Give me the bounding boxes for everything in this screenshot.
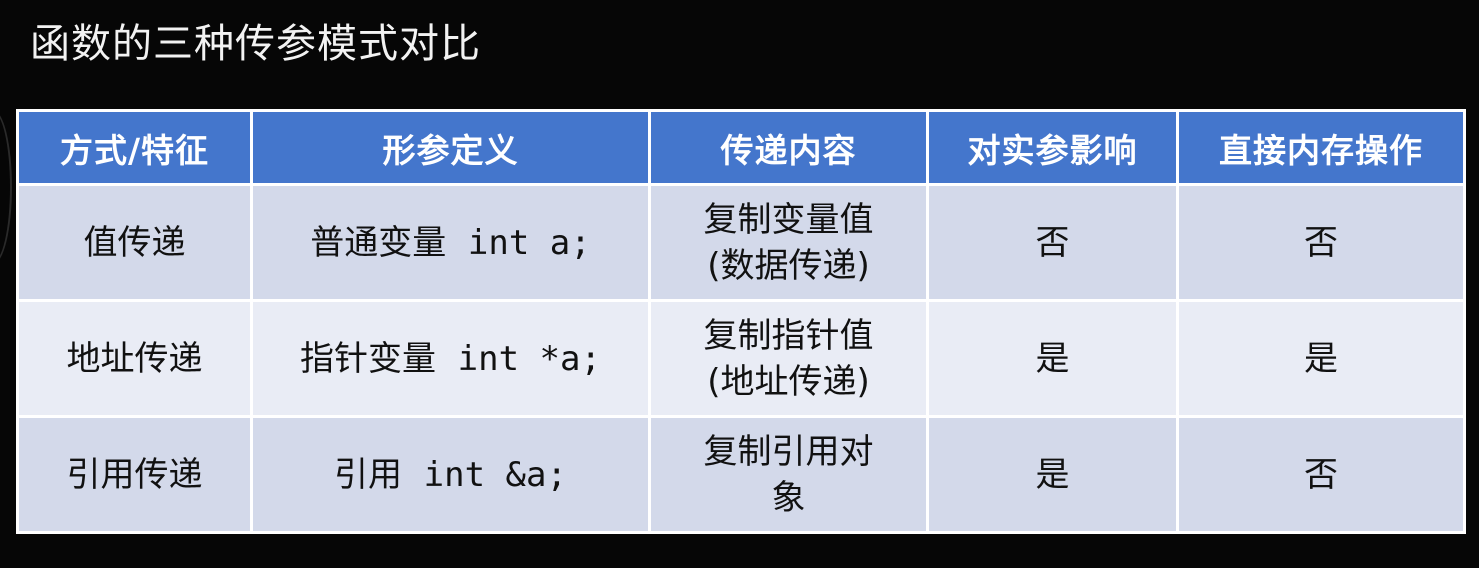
header-effect-on-argument: 对实参影响 xyxy=(926,109,1179,186)
cell-direct-memory: 否 xyxy=(1176,183,1466,302)
cell-param-definition: 普通变量 int a; xyxy=(250,183,651,302)
param-label: 普通变量 xyxy=(310,222,447,263)
cell-effect-on-argument: 是 xyxy=(926,299,1179,418)
slide: 函数的三种传参模式对比 方式/特征 形参定义 传递内容 对实参影响 直接内存操作… xyxy=(0,0,1479,568)
param-code: int &a; xyxy=(423,454,567,495)
header-method: 方式/特征 xyxy=(16,109,253,186)
content-line-2: (数据传递) xyxy=(707,245,870,286)
cell-effect-on-argument: 否 xyxy=(926,183,1179,302)
cell-param-definition: 引用 int &a; xyxy=(250,415,651,534)
header-direct-memory: 直接内存操作 xyxy=(1176,109,1466,186)
param-code: int a; xyxy=(467,222,591,263)
table-row: 值传递 普通变量 int a; 复制变量值 (数据传递) 否 否 xyxy=(16,183,1466,302)
cell-passed-content: 复制指针值 (地址传递) xyxy=(648,299,929,418)
param-code: int *a; xyxy=(457,338,601,379)
param-label: 引用 xyxy=(334,454,403,495)
header-passed-content: 传递内容 xyxy=(648,109,929,186)
table-row: 引用传递 引用 int &a; 复制引用对象 是 否 xyxy=(16,415,1466,534)
content-line-1: 复制变量值 xyxy=(703,199,874,240)
cell-direct-memory: 是 xyxy=(1176,299,1466,418)
param-label: 指针变量 xyxy=(300,338,437,379)
cell-method: 地址传递 xyxy=(16,299,253,418)
comparison-table: 方式/特征 形参定义 传递内容 对实参影响 直接内存操作 值传递 普通变量 in… xyxy=(16,109,1466,534)
edge-decoration xyxy=(0,110,12,264)
content-line-2: (地址传递) xyxy=(707,361,870,402)
cell-method: 引用传递 xyxy=(16,415,253,534)
table-header-row: 方式/特征 形参定义 传递内容 对实参影响 直接内存操作 xyxy=(16,109,1466,186)
cell-param-definition: 指针变量 int *a; xyxy=(250,299,651,418)
page-title: 函数的三种传参模式对比 xyxy=(30,21,481,67)
cell-method: 值传递 xyxy=(16,183,253,302)
cell-direct-memory: 否 xyxy=(1176,415,1466,534)
content-line-2: 象 xyxy=(771,477,806,518)
table-row: 地址传递 指针变量 int *a; 复制指针值 (地址传递) 是 是 xyxy=(16,299,1466,418)
cell-passed-content: 复制变量值 (数据传递) xyxy=(648,183,929,302)
cell-effect-on-argument: 是 xyxy=(926,415,1179,534)
content-line-1: 复制引用对 xyxy=(703,431,874,472)
header-param-definition: 形参定义 xyxy=(250,109,651,186)
cell-passed-content: 复制引用对象 xyxy=(648,415,929,534)
content-line-1: 复制指针值 xyxy=(703,315,874,356)
